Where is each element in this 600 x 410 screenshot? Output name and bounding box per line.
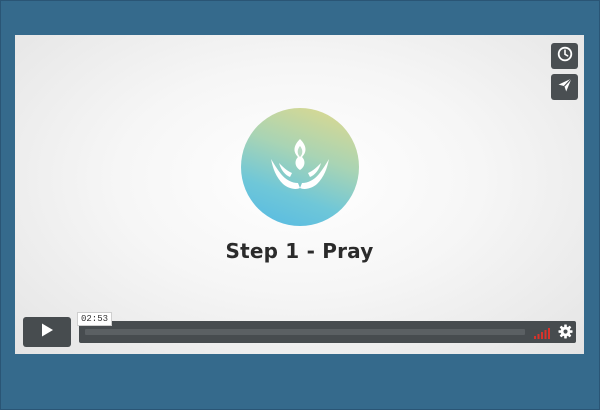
video-title: Step 1 - Pray [225,239,374,263]
send-icon [557,77,573,98]
praying-hands-flame-logo [241,108,359,226]
clock-icon [557,46,573,67]
volume-icon[interactable] [534,325,550,344]
video-player[interactable]: Step 1 - Pray 02:53 [15,35,584,354]
progress-bar[interactable] [85,329,525,335]
control-bar [79,321,576,343]
player-controls: 02:53 [23,312,576,347]
watch-later-button[interactable] [551,43,578,69]
play-icon [39,322,55,343]
gear-icon[interactable] [558,324,573,344]
share-button[interactable] [551,74,578,100]
current-time-tooltip: 02:53 [77,312,113,326]
play-button[interactable] [23,317,71,347]
